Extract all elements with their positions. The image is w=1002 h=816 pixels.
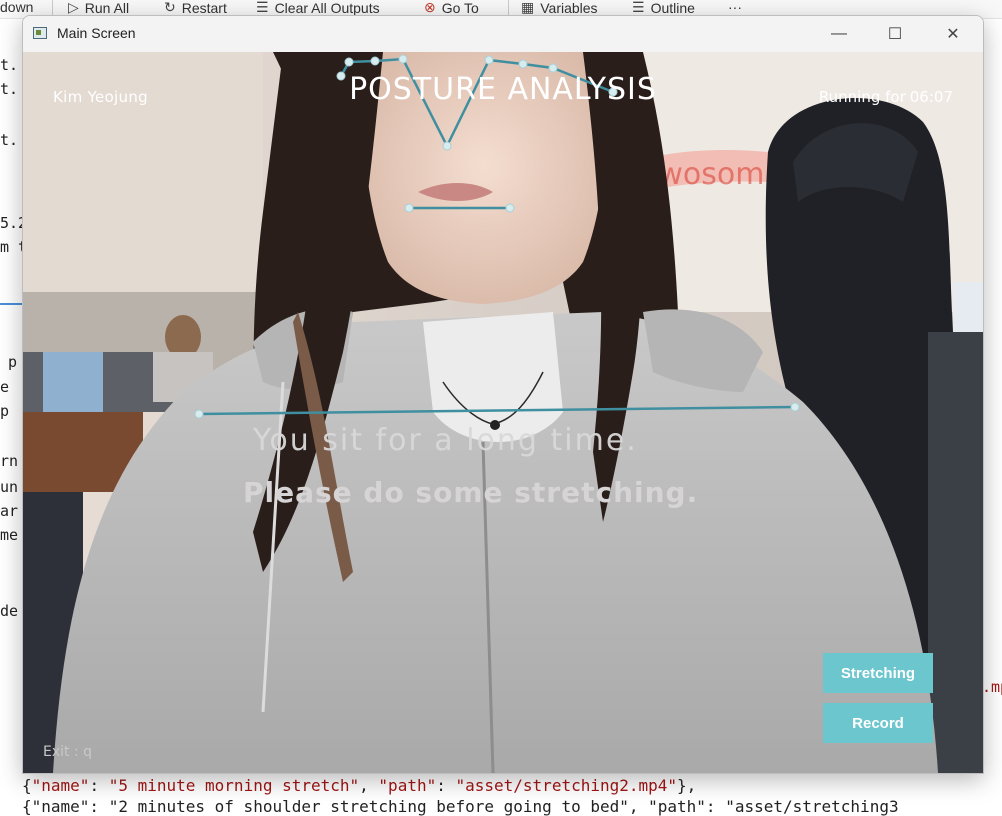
code-line: {"name": "2 minutes of shoulder stretchi… bbox=[22, 797, 899, 816]
code-token: }, bbox=[677, 776, 697, 795]
code-token: "name" bbox=[31, 776, 90, 795]
code-token: : bbox=[436, 776, 456, 795]
cell-indicator bbox=[0, 303, 22, 305]
code-token: "5 minute morning stretch" bbox=[108, 776, 360, 795]
more-icon: ··· bbox=[728, 0, 742, 15]
code-fragment: de bbox=[0, 602, 19, 620]
outline-label: Outline bbox=[650, 0, 695, 16]
goto-button[interactable]: ⊗ Go To bbox=[424, 0, 479, 16]
warning-message-line2: Please do some stretching. bbox=[243, 476, 699, 509]
landmark-point bbox=[548, 63, 558, 73]
toolbar-markdown-label: down bbox=[0, 0, 34, 15]
minimize-icon: — bbox=[831, 25, 847, 42]
toolbar-separator bbox=[52, 0, 53, 16]
maximize-button[interactable]: ☐ bbox=[871, 16, 919, 52]
close-button[interactable]: ✕ bbox=[929, 16, 977, 52]
variables-button[interactable]: ▦ Variables bbox=[521, 0, 598, 16]
landmark-point bbox=[398, 54, 408, 64]
outline-button[interactable]: ☰ Outline bbox=[632, 0, 695, 16]
running-timer: Running for 06:07 bbox=[815, 88, 953, 106]
landmark-point bbox=[790, 402, 800, 412]
exit-hint: Exit : q bbox=[43, 744, 93, 760]
shoulder-landmark-line bbox=[198, 405, 796, 416]
clear-outputs-button[interactable]: ☰ Clear All Outputs bbox=[256, 0, 380, 16]
landmark-point bbox=[518, 59, 528, 69]
more-button[interactable]: ··· bbox=[728, 0, 742, 15]
run-all-button[interactable]: ▷ Run All bbox=[68, 0, 129, 16]
code-fragment: rn bbox=[0, 452, 19, 470]
code-fragment: me bbox=[0, 526, 19, 544]
code-fragment: .mp bbox=[982, 678, 1002, 696]
code-fragment: t. bbox=[0, 56, 19, 74]
goto-label: Go To bbox=[441, 0, 479, 16]
warning-message-line1: You sit for a long time. bbox=[253, 423, 638, 458]
window-title: Main Screen bbox=[57, 25, 136, 41]
timer-label: Running for bbox=[818, 88, 906, 106]
code-fragment: ar bbox=[0, 502, 19, 520]
window-titlebar[interactable]: Main Screen — ☐ ✕ bbox=[23, 16, 983, 52]
code-fragment: un bbox=[0, 478, 19, 496]
code-token: { bbox=[22, 776, 32, 795]
app-window-icon bbox=[33, 27, 47, 39]
code-token: "path" bbox=[378, 776, 437, 795]
restart-button[interactable]: ↻ Restart bbox=[164, 0, 227, 16]
clear-outputs-label: Clear All Outputs bbox=[274, 0, 380, 16]
landmark-point bbox=[484, 55, 494, 65]
landmark-point bbox=[404, 203, 414, 213]
toolbar-markdown[interactable]: down bbox=[0, 0, 33, 15]
stretching-button[interactable]: Stretching bbox=[823, 653, 933, 693]
code-fragment: e bbox=[0, 378, 10, 396]
restart-label: Restart bbox=[181, 0, 227, 16]
landmark-point bbox=[442, 141, 452, 151]
code-fragment: p bbox=[0, 402, 10, 420]
landmark-point bbox=[194, 409, 204, 419]
record-button[interactable]: Record bbox=[823, 703, 933, 743]
code-fragment: t. bbox=[0, 80, 19, 98]
variables-label: Variables bbox=[540, 0, 598, 16]
goto-icon: ⊗ bbox=[424, 0, 436, 15]
landmark-point bbox=[505, 203, 515, 213]
code-token: "asset/stretching2.mp4" bbox=[455, 776, 678, 795]
minimize-button[interactable]: — bbox=[815, 16, 863, 52]
landmark-point bbox=[344, 57, 354, 67]
code-token: : bbox=[89, 776, 109, 795]
variables-icon: ▦ bbox=[521, 0, 535, 15]
toolbar-separator bbox=[508, 0, 509, 16]
code-token: , bbox=[359, 776, 379, 795]
restart-icon: ↻ bbox=[164, 0, 176, 15]
main-screen-window: Main Screen — ☐ ✕ Twosom Kim Yeojung POS… bbox=[22, 15, 984, 774]
code-fragment: p bbox=[8, 353, 18, 371]
code-line: {"name": "5 minute morning stretch", "pa… bbox=[22, 776, 696, 795]
close-icon: ✕ bbox=[946, 26, 960, 43]
run-all-icon: ▷ bbox=[68, 0, 79, 15]
timer-value: 06:07 bbox=[909, 88, 953, 106]
clear-outputs-icon: ☰ bbox=[256, 0, 269, 15]
maximize-icon: ☐ bbox=[887, 26, 903, 43]
camera-view: Twosom Kim Yeojung POSTURE ANALYSIS Runn… bbox=[23, 52, 983, 773]
run-all-label: Run All bbox=[84, 0, 130, 16]
code-fragment: t. bbox=[0, 131, 19, 149]
outline-icon: ☰ bbox=[632, 0, 645, 15]
landmark-point bbox=[370, 56, 380, 66]
